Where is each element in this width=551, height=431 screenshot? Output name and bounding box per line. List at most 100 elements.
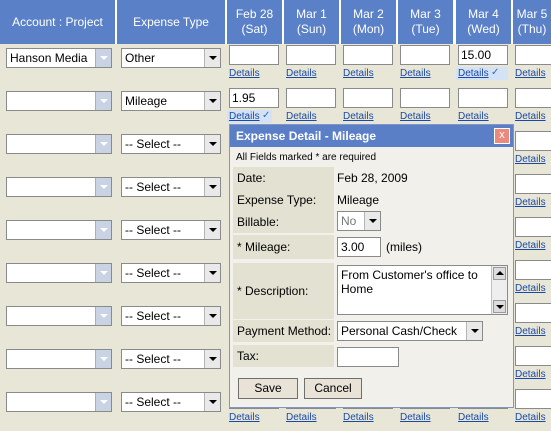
day-amount-input[interactable]: 1.95 [229, 88, 279, 108]
expense-type-select[interactable]: -- Select -- [121, 220, 221, 240]
expense-type-select[interactable]: Other [121, 48, 221, 68]
details-link[interactable]: Details [400, 111, 431, 122]
chevron-down-icon [204, 307, 220, 325]
details-link[interactable]: Details [343, 111, 374, 122]
account-project-header-label: Account : Project [12, 14, 103, 29]
details-link[interactable]: Details [286, 412, 317, 423]
expense-type-select[interactable]: -- Select -- [121, 392, 221, 412]
details-link[interactable]: Details [515, 197, 546, 208]
account-project-select[interactable] [6, 220, 112, 240]
day-amount-input[interactable] [515, 131, 551, 151]
expense-type-select[interactable]: Mileage [121, 91, 221, 111]
details-link[interactable]: Details [229, 68, 260, 79]
day-amount-input[interactable] [515, 217, 551, 237]
day-amount-input[interactable] [515, 346, 551, 366]
day-amount-input[interactable] [229, 45, 279, 65]
details-link[interactable]: Details [400, 412, 431, 423]
details-link[interactable]: Details [515, 283, 546, 294]
expense-type-selected-value: -- Select -- [125, 266, 182, 280]
save-button[interactable]: Save [238, 378, 298, 399]
expense-type-selected-value: -- Select -- [125, 395, 182, 409]
day-header: Mar 5 (Thu) [513, 0, 551, 44]
chevron-down-icon [95, 49, 111, 67]
expense-type-select[interactable]: -- Select -- [121, 349, 221, 369]
day-amount-input[interactable] [515, 303, 551, 323]
day-amount-input[interactable] [458, 88, 508, 108]
details-link[interactable]: Details [515, 326, 546, 337]
expense-type-header-label: Expense Type [133, 14, 209, 29]
checkmark-icon: ✓ [491, 67, 500, 78]
day-amount-value: 1.95 [232, 91, 256, 105]
day-amount-input[interactable] [400, 88, 450, 108]
account-project-select[interactable] [6, 263, 112, 283]
details-link[interactable]: Details [458, 412, 489, 423]
expense-type-label-text: Expense Type: [237, 193, 317, 207]
details-link[interactable]: Details [515, 111, 546, 122]
expense-type-select[interactable]: -- Select -- [121, 177, 221, 197]
details-link[interactable]: Details [458, 68, 489, 79]
chevron-down-icon [204, 178, 220, 196]
account-project-select[interactable] [6, 392, 112, 412]
chevron-down-icon [204, 92, 220, 110]
day-amount-input[interactable] [515, 389, 551, 409]
day-amount-input[interactable] [286, 88, 336, 108]
day-amount-input[interactable] [343, 45, 393, 65]
description-label: * Description: [233, 263, 334, 319]
day-amount-input[interactable] [515, 88, 551, 108]
details-link[interactable]: Details [343, 68, 374, 79]
payment-method-selected-value: Personal Cash/Check [341, 324, 458, 338]
scroll-down-icon[interactable] [493, 300, 506, 313]
tax-input[interactable] [337, 347, 399, 367]
day-amount-input[interactable] [515, 45, 551, 65]
details-link[interactable]: Details [286, 111, 317, 122]
description-textarea[interactable]: From Customer's office to Home [337, 265, 508, 315]
account-project-select[interactable] [6, 177, 112, 197]
details-link[interactable]: Details [515, 240, 546, 251]
day-header-date: Mar 1 [296, 7, 327, 21]
expense-type-selected-value: Other [125, 51, 156, 65]
account-project-select[interactable]: Hanson Media [6, 48, 112, 68]
account-project-select[interactable] [6, 91, 112, 111]
payment-method-label: Payment Method: [233, 320, 334, 342]
expense-type-select[interactable]: -- Select -- [121, 306, 221, 326]
chevron-down-icon [204, 264, 220, 282]
required-fields-note: All Fields marked * are required [236, 152, 377, 163]
close-icon: x [499, 129, 505, 141]
details-link[interactable]: Details [458, 111, 489, 122]
mileage-input-value: 3.00 [341, 240, 365, 254]
day-amount-input[interactable] [515, 174, 551, 194]
mileage-input[interactable]: 3.00 [337, 237, 381, 257]
details-link[interactable]: Details [515, 369, 546, 380]
details-link[interactable]: Details [515, 154, 546, 165]
chevron-down-icon [95, 92, 111, 110]
expense-type-select[interactable]: -- Select -- [121, 134, 221, 154]
billable-label-text: Billable: [237, 215, 280, 229]
details-link[interactable]: Details [515, 68, 546, 79]
details-link[interactable]: Details [343, 412, 374, 423]
account-project-select[interactable] [6, 306, 112, 326]
details-link[interactable]: Details [400, 68, 431, 79]
description-scrollbar[interactable] [491, 266, 507, 314]
chevron-down-icon [95, 135, 111, 153]
details-link[interactable]: Details [286, 68, 317, 79]
dialog-title-bar[interactable]: Expense Detail - Mileage [230, 125, 513, 147]
cancel-button[interactable]: Cancel [304, 378, 362, 399]
account-project-select[interactable] [6, 134, 112, 154]
day-header-date: Mar 5 [516, 7, 548, 21]
close-button[interactable]: x [494, 128, 510, 144]
account-project-select[interactable] [6, 349, 112, 369]
day-amount-input[interactable] [400, 45, 450, 65]
day-amount-input[interactable] [343, 88, 393, 108]
payment-method-select[interactable]: Personal Cash/Check [337, 321, 483, 341]
details-link[interactable]: Details [229, 111, 260, 122]
day-amount-input[interactable]: 15.00 [458, 45, 508, 65]
day-amount-input[interactable] [515, 260, 551, 280]
day-amount-input[interactable] [286, 45, 336, 65]
billable-select[interactable]: No [337, 211, 381, 231]
details-link[interactable]: Details [229, 412, 260, 423]
scroll-up-icon[interactable] [493, 267, 506, 280]
day-header: Feb 28 (Sat) [227, 0, 284, 44]
chevron-down-icon [95, 350, 111, 368]
expense-type-select[interactable]: -- Select -- [121, 263, 221, 283]
details-link[interactable]: Details [515, 412, 546, 423]
